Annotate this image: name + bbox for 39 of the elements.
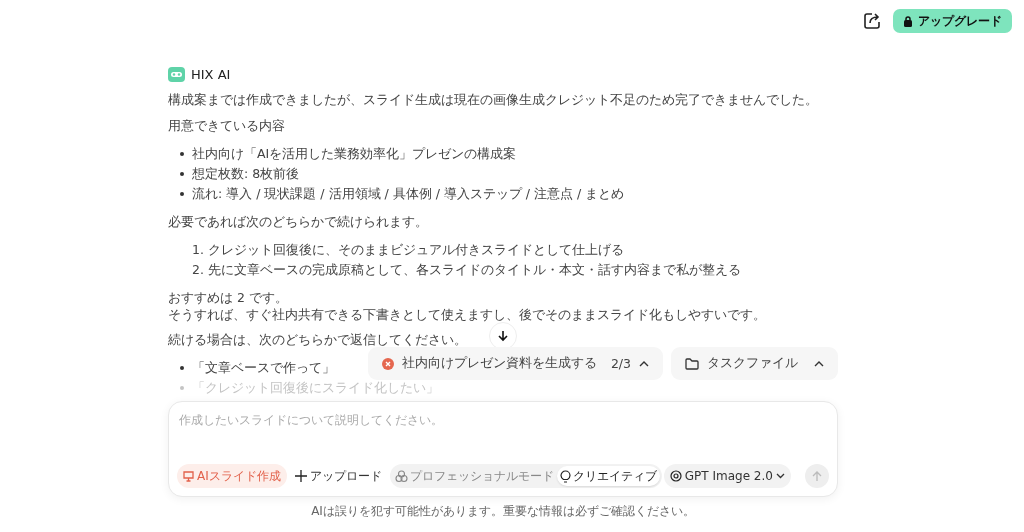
scroll-down-button[interactable]	[489, 322, 517, 350]
upload-button[interactable]: アップロード	[288, 464, 388, 488]
task-progress-button[interactable]: 社内向けプレゼン資料を生成する 2/3	[367, 347, 663, 380]
plus-icon	[294, 470, 307, 482]
paragraph: 構成案までは作成できましたが、スライド生成は現在の画像生成クレジット不足のため完了できませんでした。	[168, 92, 818, 108]
list-number: 1.	[192, 242, 204, 258]
model-dropdown[interactable]: GPT Image 2.0	[663, 464, 791, 488]
list-item: 社内向け「AIを活用した業務効率化」プレゼンの構成案	[192, 146, 517, 162]
list-item: 想定枚数: 8枚前後	[192, 166, 300, 182]
disclaimer: AIは誤りを犯す可能性があります。重要な情報は必ずご確認ください。	[310, 503, 696, 520]
list-item: 流れ: 導入 / 現状課題 / 活用領域 / 具体例 / 導入ステップ / 注意点 / まとめ	[192, 186, 625, 202]
arrow-down-icon	[497, 330, 509, 342]
task-files-button[interactable]: タスクファイル	[671, 347, 838, 380]
paragraph: 必要であれば次のどちらかで続けられます。	[168, 214, 428, 230]
mode-tab[interactable]: クリエイティブ	[556, 466, 660, 486]
list-item: 先に文章ベースの完成原稿として、各スライドのタイトル・本文・話す内容まで私が整える	[207, 262, 741, 278]
presentation-icon	[183, 470, 194, 482]
caret-up-icon	[639, 360, 649, 367]
robot-logo-icon	[168, 66, 185, 82]
prompt-field[interactable]: 作成したいスライドについて説明してください。 AIスライド作成 アップロード プロフェッショナルモード クリエイティブ GPT Image 2.0	[168, 401, 838, 497]
paragraph: おすすめは 2 です。	[168, 290, 288, 306]
paragraph: そうすれば、すぐ社内共有できる下書きとして使えますし、後でそのままスライド化もしやすいです。	[168, 307, 766, 323]
folder-icon	[685, 357, 699, 370]
list-item: クレジット回復後に、そのままビジュアル付きスライドとして仕上げる	[207, 242, 624, 258]
share-icon[interactable]	[863, 12, 881, 30]
caret-up-icon	[814, 360, 824, 367]
error-icon	[381, 357, 394, 370]
model-logo-icon	[669, 470, 682, 482]
upgrade-button[interactable]: アップグレード	[893, 9, 1012, 33]
paragraph: 続ける場合は、次のどちらかで返信してください。	[168, 332, 467, 348]
paragraph: 用意できている内容	[168, 118, 285, 134]
lock-icon	[903, 15, 913, 27]
author-name: HIX AI	[191, 66, 231, 82]
circles-icon	[394, 469, 408, 483]
list-number: 2.	[192, 262, 204, 278]
list-item: 「文章ベースで作って」	[192, 360, 335, 376]
lightbulb-icon	[559, 469, 571, 483]
arrow-up-icon	[812, 470, 822, 482]
chevron-down-icon	[775, 473, 785, 479]
